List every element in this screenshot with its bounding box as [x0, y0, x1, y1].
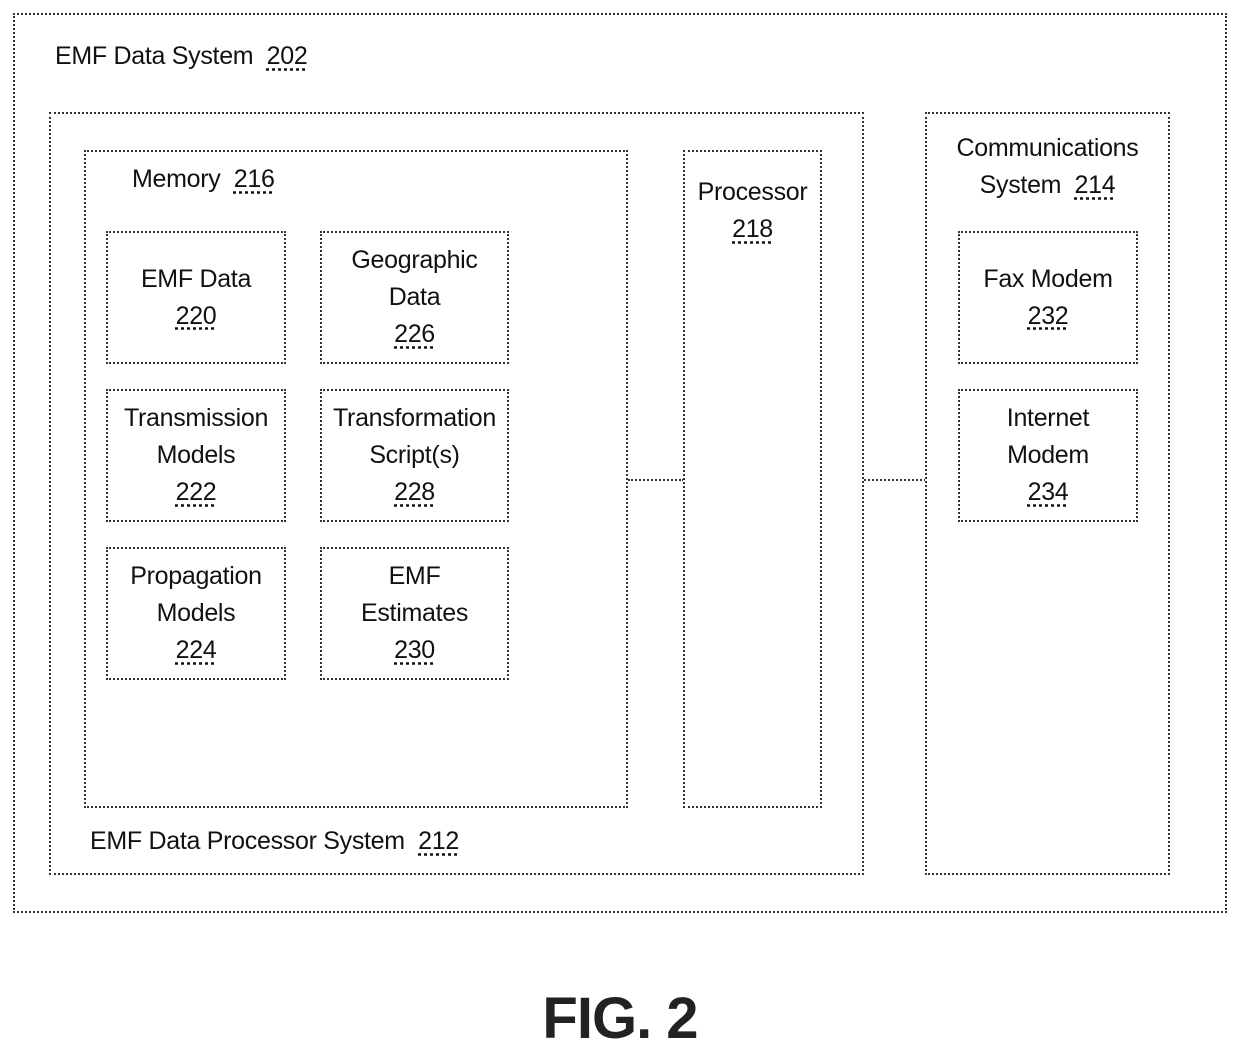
processor-system-title: EMF Data Processor System [90, 827, 405, 855]
memory-processor-connector [628, 479, 684, 481]
communications-system-label: Communications System 214 [925, 130, 1170, 204]
transformation-scripts-box: Transformation Script(s) 228 [320, 389, 509, 522]
geographic-data-label-1: Geographic [351, 246, 478, 274]
processor-system-ref: 212 [418, 827, 459, 855]
emf-data-ref: 220 [175, 301, 217, 330]
transformation-scripts-label-2: Script(s) [369, 441, 460, 469]
emf-estimates-label-1: EMF [388, 562, 441, 590]
transformation-scripts-label-1: Transformation [333, 404, 496, 432]
processor-label: Processor 218 [683, 174, 822, 248]
internet-modem-box: Internet Modem 234 [958, 389, 1138, 522]
geographic-data-label-2: Data [388, 283, 441, 311]
geographic-data-box: Geographic Data 226 [320, 231, 509, 364]
internet-modem-ref: 234 [1027, 478, 1069, 506]
propagation-models-box: Propagation Models 224 [106, 547, 286, 680]
figure-label: FIG. 2 [542, 986, 698, 1051]
emf-estimates-box: EMF Estimates 230 [320, 547, 509, 680]
propagation-models-label-2: Models [156, 599, 236, 627]
fax-modem-box: Fax Modem 232 [958, 231, 1138, 364]
internet-modem-label-2: Modem [1007, 441, 1089, 469]
processor-ref: 218 [732, 215, 773, 243]
memory-ref: 216 [233, 165, 275, 193]
propagation-models-ref: 224 [175, 636, 217, 664]
emf-data-system-label: EMF Data System 202 [55, 38, 308, 75]
fax-modem-label: Fax Modem [983, 264, 1113, 293]
internet-modem-label-1: Internet [1006, 404, 1090, 432]
emf-data-box: EMF Data 220 [106, 231, 286, 364]
transmission-models-ref: 222 [175, 478, 217, 506]
processor-title: Processor [697, 178, 808, 206]
communications-title-1: Communications [956, 134, 1139, 162]
communications-title-2: System [979, 171, 1062, 199]
memory-label: Memory 216 [132, 161, 275, 198]
emf-estimates-ref: 230 [394, 636, 435, 664]
processor-box [683, 150, 822, 808]
transformation-scripts-ref: 228 [394, 478, 435, 506]
geographic-data-ref: 226 [394, 320, 435, 348]
propagation-models-label-1: Propagation [130, 562, 262, 590]
emf-data-system-ref: 202 [266, 42, 308, 70]
processor-communications-connector [864, 479, 926, 481]
fax-modem-ref: 232 [1027, 301, 1069, 330]
emf-data-system-title: EMF Data System [55, 42, 254, 70]
emf-estimates-label-2: Estimates [360, 599, 469, 627]
processor-system-label: EMF Data Processor System 212 [90, 823, 459, 860]
memory-title: Memory [132, 165, 221, 193]
emf-data-label: EMF Data [140, 264, 252, 293]
transmission-models-label-2: Models [156, 441, 236, 469]
communications-ref: 214 [1074, 171, 1116, 199]
transmission-models-box: Transmission Models 222 [106, 389, 286, 522]
transmission-models-label-1: Transmission [123, 404, 269, 432]
